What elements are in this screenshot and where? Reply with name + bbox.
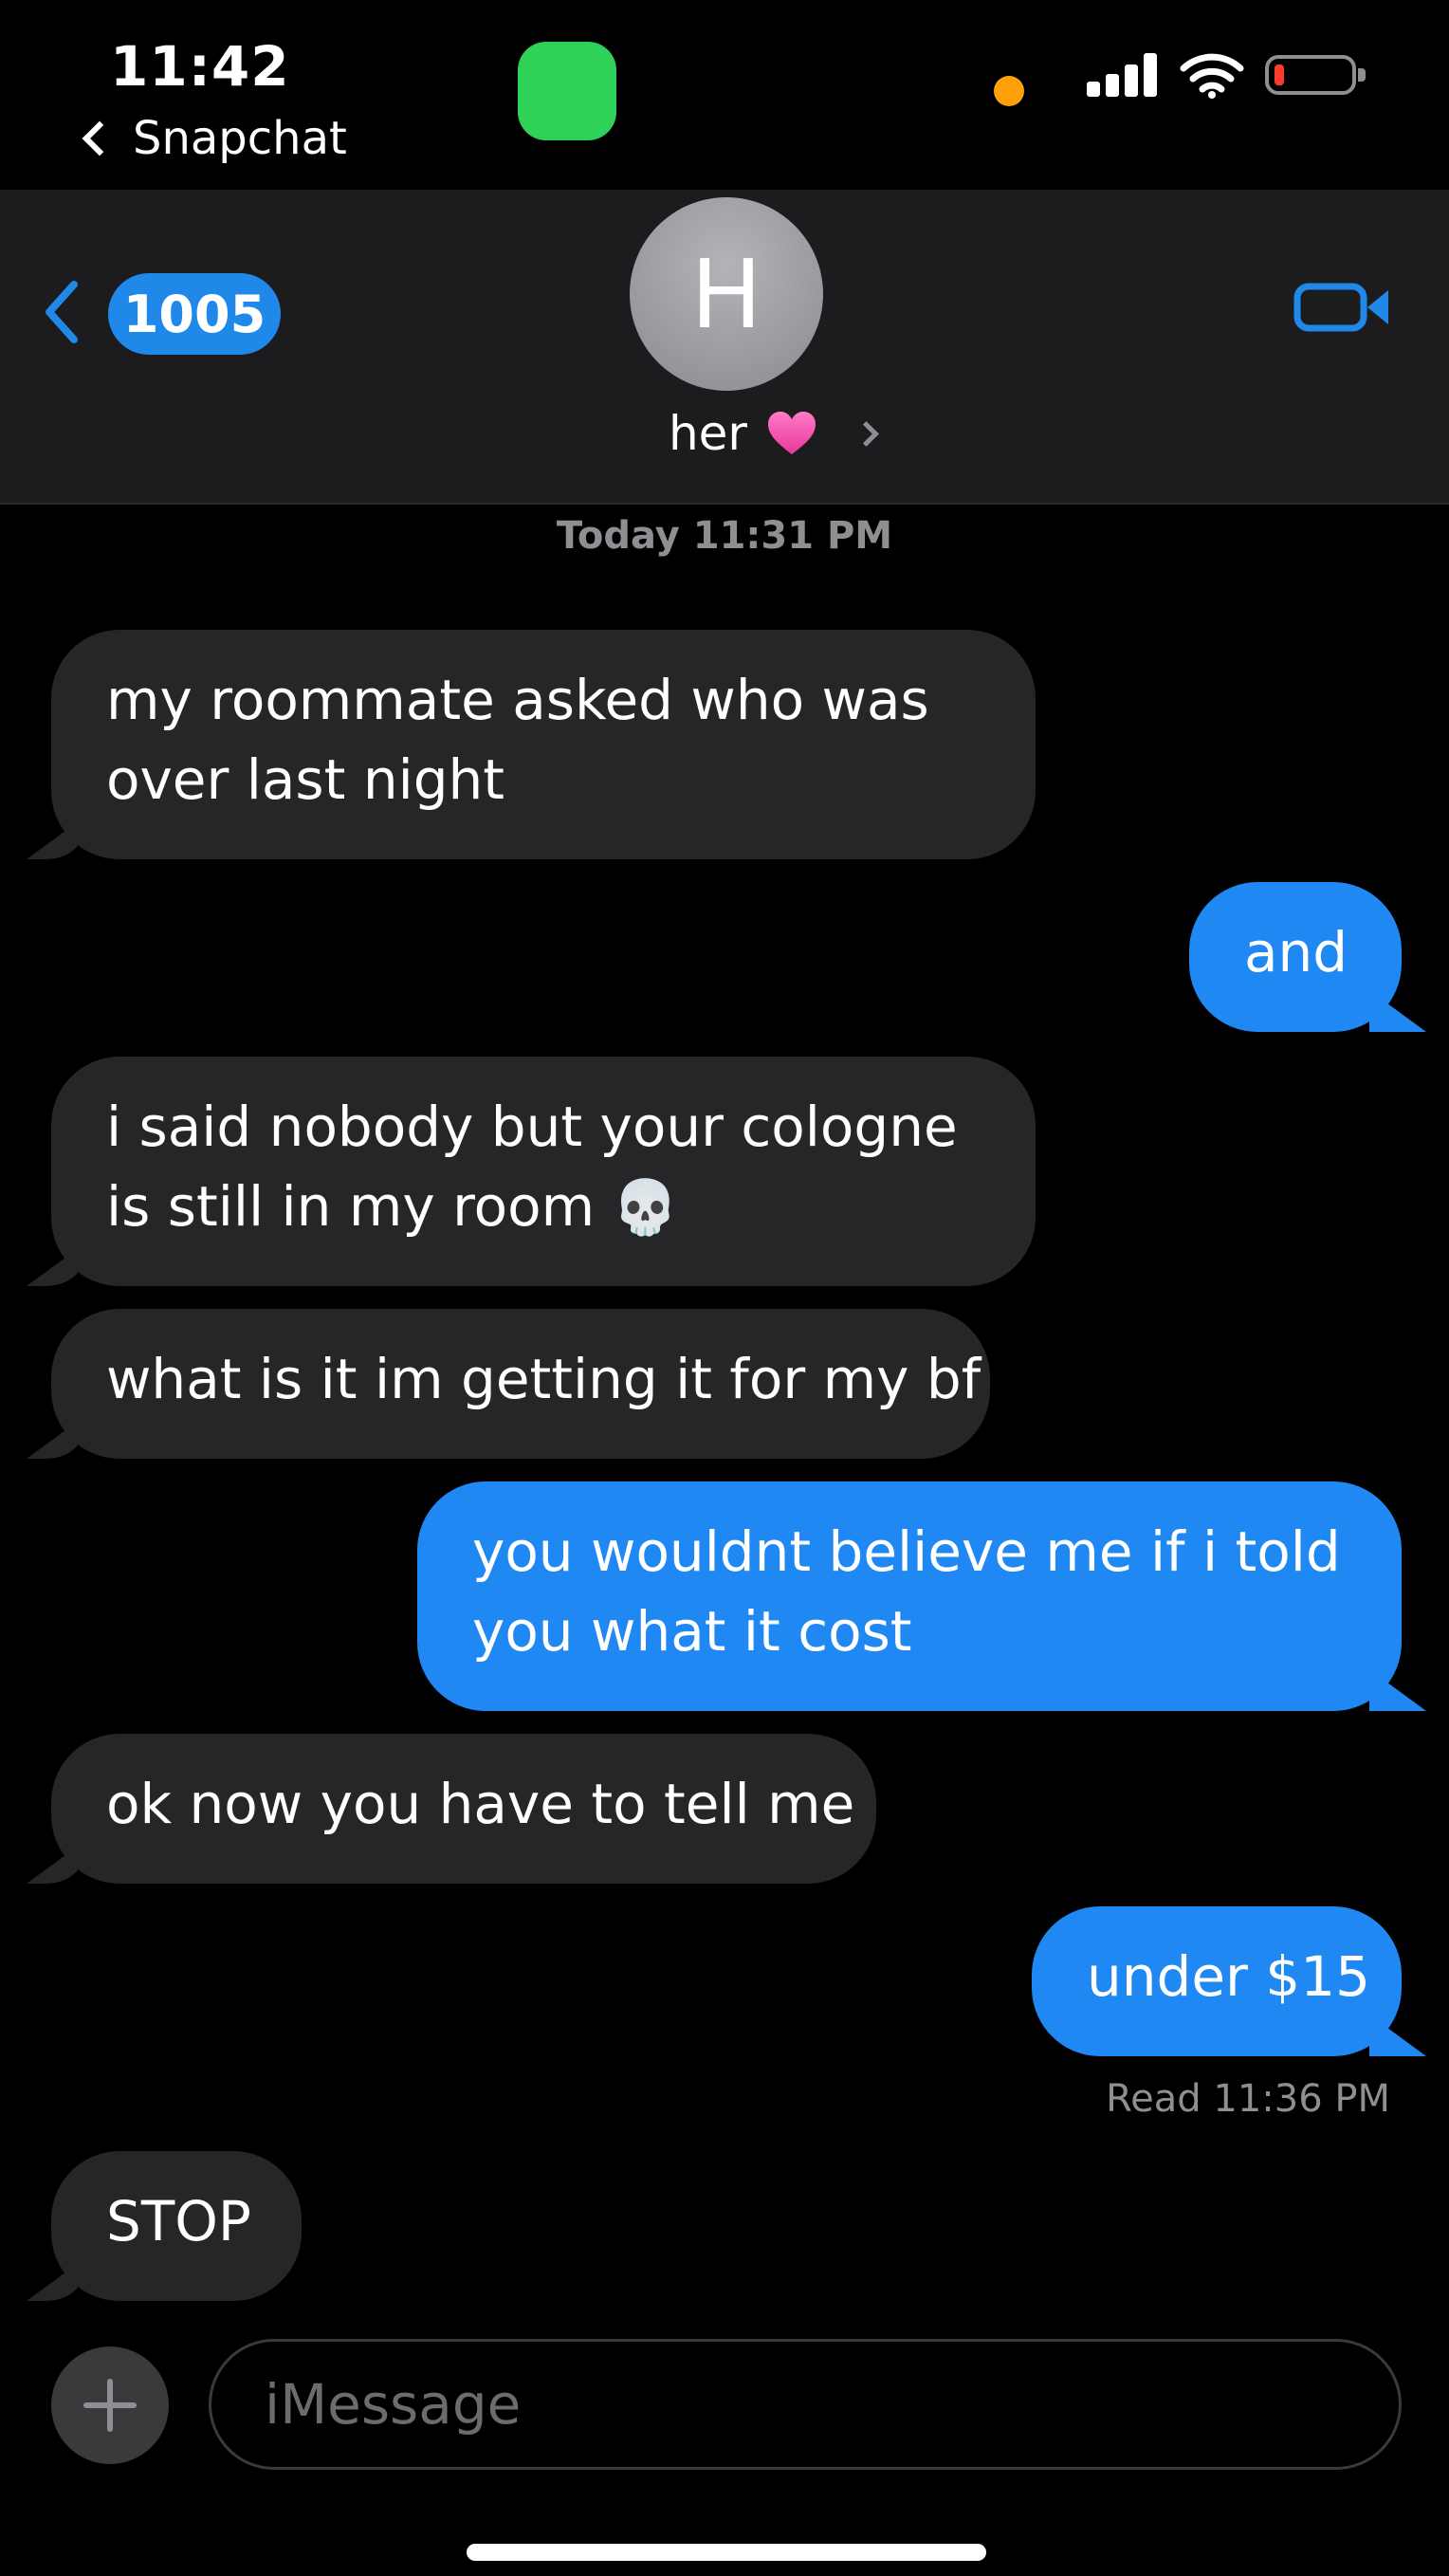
status-bar: 11:42 Snapchat [0, 0, 1449, 190]
message-bubble-incoming[interactable]: i said nobody but your cologne is still … [51, 1057, 1036, 1286]
imessage-input[interactable] [209, 2339, 1402, 2470]
message-bubble-incoming[interactable]: what is it im getting it for my bf [51, 1309, 990, 1459]
message-bubble-outgoing[interactable]: and [1189, 882, 1402, 1032]
battery-level [1275, 64, 1284, 85]
back-to-app-link[interactable]: Snapchat [82, 112, 347, 165]
message-bubble-incoming[interactable]: my roommate asked who was over last nigh… [51, 630, 1036, 859]
message-bubble-incoming[interactable]: ok now you have to tell me [51, 1734, 876, 1884]
chevron-left-icon [82, 120, 118, 156]
status-time: 11:42 [110, 34, 290, 99]
back-chevron-icon[interactable] [42, 279, 80, 345]
message-bubble-outgoing[interactable]: under $15 [1032, 1906, 1402, 2056]
unread-count-badge[interactable]: 1005 [108, 273, 281, 355]
conversation-header: 1005 H her [0, 190, 1449, 505]
home-indicator[interactable] [467, 2544, 986, 2561]
cellular-signal-icon [1087, 53, 1159, 97]
chevron-right-icon [853, 420, 879, 447]
active-call-indicator[interactable] [518, 42, 616, 140]
facetime-video-icon[interactable] [1293, 281, 1392, 334]
wifi-icon [1180, 53, 1244, 99]
pink-heart-icon [768, 412, 816, 454]
contact-name: her [668, 406, 747, 461]
message-bubble-outgoing[interactable]: you wouldnt believe me if i told you wha… [417, 1481, 1402, 1711]
conversation-timestamp: Today 11:31 PM [556, 514, 893, 558]
microphone-in-use-indicator [994, 76, 1024, 106]
back-app-label: Snapchat [133, 112, 347, 165]
message-bubble-incoming[interactable]: STOP [51, 2151, 302, 2301]
read-receipt: Read 11:36 PM [1106, 2077, 1390, 2121]
contact-name-button[interactable]: her [0, 406, 1449, 461]
skull-emoji: 💀 [612, 1177, 679, 1239]
battery-low-icon [1265, 55, 1366, 95]
add-attachment-button[interactable] [51, 2346, 169, 2464]
contact-avatar[interactable]: H [630, 197, 823, 391]
